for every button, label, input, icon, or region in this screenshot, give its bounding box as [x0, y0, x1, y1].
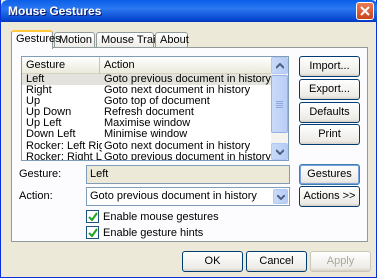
tab-about[interactable]: About [155, 32, 189, 48]
gesture-field: Left [86, 165, 290, 184]
action-select[interactable]: Goto previous document in history [86, 187, 290, 206]
ok-button[interactable]: OK [182, 251, 243, 272]
close-button[interactable] [356, 2, 374, 20]
window-title: Mouse Gestures [8, 4, 102, 18]
grip-line [276, 103, 283, 104]
tab-motion-label: Motion [59, 34, 93, 46]
print-button-label: Print [318, 128, 341, 140]
export-button[interactable]: Export... [299, 79, 360, 100]
action-cell: Goto previous document in history [104, 74, 271, 85]
gesture-label: Gesture: [19, 168, 62, 180]
title-bar: Mouse Gestures [1, 0, 377, 22]
list-header: Gesture Action [22, 57, 272, 74]
chevron-up-icon [276, 63, 284, 69]
scroll-thumb[interactable] [271, 75, 288, 133]
action-cell: Goto top of document [104, 96, 210, 108]
enable-mouse-gestures-checkbox[interactable] [86, 210, 99, 223]
action-cell: Goto previous document in history [104, 151, 271, 161]
action-select-value: Goto previous document in history [90, 190, 257, 202]
actions-button[interactable]: Actions >> [299, 186, 360, 207]
tab-mouse-trails-label: Mouse Trails [101, 34, 164, 46]
actions-button-label: Actions >> [303, 190, 356, 202]
enable-mouse-gestures-row[interactable]: Enable mouse gestures [86, 210, 219, 223]
mouse-gestures-dialog: Mouse Gestures Gestures Motion Mouse Tra… [0, 0, 377, 278]
cancel-button-label: Cancel [259, 255, 294, 267]
action-cell: Goto next document in history [104, 85, 251, 97]
gesture-cell: Left [26, 74, 45, 85]
action-cell: Minimise window [104, 129, 188, 141]
tab-about-label: About [160, 34, 189, 46]
table-row[interactable]: Up Down Refresh document [22, 107, 272, 118]
gesture-list[interactable]: Gesture Action Left Goto previous documen… [21, 56, 289, 161]
gesture-cell: Down Left [26, 129, 76, 141]
gesture-field-value: Left [90, 168, 109, 180]
close-icon [360, 6, 370, 16]
enable-gesture-hints-label: Enable gesture hints [103, 226, 204, 239]
table-row[interactable]: Right Goto next document in history [22, 85, 272, 96]
action-dropdown-button[interactable] [273, 189, 288, 204]
table-row[interactable]: Rocker: Left RightGoto next document in … [22, 141, 272, 152]
ok-button-label: OK [204, 255, 221, 267]
cancel-button[interactable]: Cancel [246, 251, 307, 272]
action-cell: Refresh document [104, 107, 194, 119]
table-row[interactable]: Left Goto previous document in history [22, 74, 272, 86]
grip-line [276, 105, 283, 106]
table-row[interactable]: Up Left Maximise window [22, 118, 272, 129]
enable-gesture-hints-row[interactable]: Enable gesture hints [86, 226, 203, 239]
scroll-down-button[interactable] [271, 143, 288, 160]
action-cell: Goto next document in history [104, 140, 251, 152]
vertical-scrollbar[interactable] [271, 57, 288, 160]
table-row[interactable]: Up Goto top of document [22, 96, 272, 107]
gestures-panel: Gesture Action Left Goto previous documen… [11, 47, 368, 242]
tab-gestures[interactable]: Gestures [11, 30, 61, 49]
export-button-label: Export... [309, 83, 350, 95]
apply-button-label: Apply [326, 255, 355, 267]
defaults-button[interactable]: Defaults [299, 102, 360, 123]
apply-button[interactable]: Apply [310, 251, 371, 272]
gestures-button[interactable]: Gestures >> [299, 164, 360, 199]
chevron-down-icon [276, 149, 284, 155]
table-row[interactable]: Rocker: Right LeftGoto previous document… [22, 151, 272, 161]
gesture-cell: Up Left [26, 118, 62, 130]
grip-line [276, 107, 283, 108]
column-header-action[interactable]: Action [100, 57, 272, 74]
enable-mouse-gestures-label: Enable mouse gestures [103, 210, 219, 223]
import-button-label: Import... [309, 60, 350, 72]
gesture-cell: Rocker: Right Left [26, 151, 102, 161]
chevron-down-icon [277, 195, 285, 200]
gesture-cell: Up Down [26, 107, 72, 119]
checkmark-icon [88, 212, 98, 222]
gesture-cell: Rocker: Left Right [26, 140, 102, 152]
enable-gesture-hints-checkbox[interactable] [86, 226, 99, 239]
table-row[interactable]: Down Left Minimise window [22, 129, 272, 140]
import-button[interactable]: Import... [299, 56, 360, 77]
tab-gestures-label: Gestures [16, 33, 61, 45]
grip-line [276, 101, 283, 102]
tab-mouse-trails[interactable]: Mouse Trails [96, 32, 163, 48]
action-label: Action: [19, 190, 53, 202]
scroll-up-button[interactable] [271, 57, 288, 74]
checkmark-icon [88, 228, 98, 238]
gesture-cell: Right [26, 85, 52, 97]
action-cell: Maximise window [104, 118, 191, 130]
gesture-cell: Up [26, 96, 41, 108]
defaults-button-label: Defaults [309, 106, 350, 118]
print-button[interactable]: Print [299, 124, 360, 145]
column-header-gesture[interactable]: Gesture [22, 57, 100, 74]
list-rows: Left Goto previous document in history Ri… [22, 74, 272, 161]
